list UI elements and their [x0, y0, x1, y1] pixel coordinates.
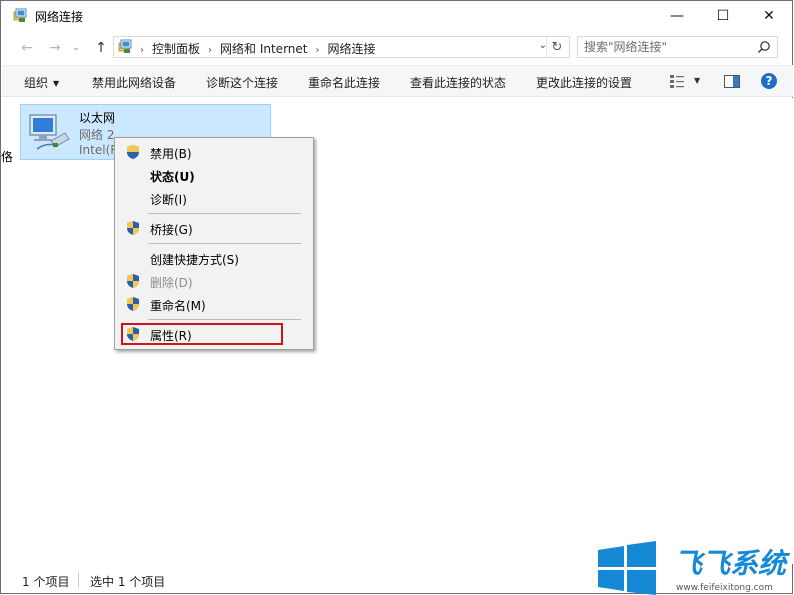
diagnose-connection-button[interactable]: 诊断这个连接	[206, 74, 278, 91]
search-box[interactable]	[577, 36, 778, 58]
uac-shield-icon	[127, 145, 139, 159]
close-button[interactable]: ✕	[746, 1, 792, 31]
search-icon[interactable]	[757, 40, 771, 54]
window-title: 网络连接	[35, 10, 84, 24]
item-count: 1 个项目	[22, 575, 70, 589]
watermark-logo: 飞飞系统 www.feifeixitong.com	[598, 541, 791, 595]
menu-separator	[148, 319, 301, 320]
watermark-title: 飞飞系统	[674, 547, 791, 580]
menu-item-status[interactable]: 状态(U)	[117, 164, 311, 186]
breadcrumb-separator[interactable]: ›	[315, 45, 319, 56]
status-divider	[78, 572, 79, 588]
recent-locations-button[interactable]: ⌄	[69, 39, 83, 57]
control-panel-icon	[118, 39, 132, 53]
breadcrumb-separator[interactable]: ›	[208, 45, 212, 56]
breadcrumb: › 控制面板 › 网络和 Internet › 网络连接	[140, 40, 376, 57]
rename-connection-button[interactable]: 重命名此连接	[308, 74, 380, 91]
uac-shield-icon	[127, 221, 139, 235]
breadcrumb-network-internet[interactable]: 网络和 Internet	[220, 42, 307, 56]
menu-separator	[148, 243, 301, 244]
menu-item-label: 创建快捷方式(S)	[150, 253, 239, 267]
breadcrumb-network-connections[interactable]: 网络连接	[327, 42, 375, 56]
menu-item-label: 属性(R)	[150, 329, 192, 343]
menu-item-properties[interactable]: 属性(R)	[121, 323, 283, 345]
connection-device: Intel(R	[79, 143, 119, 157]
watermark-url: www.feifeixitong.com	[676, 583, 773, 593]
windows-logo-icon	[598, 541, 656, 595]
caret-down-icon: ▼	[53, 79, 60, 88]
network-connections-icon	[13, 8, 27, 22]
view-status-button[interactable]: 查看此连接的状态	[410, 74, 506, 91]
menu-item-label: 删除(D)	[150, 276, 193, 290]
explorer-window: 网络连接 — ☐ ✕ ← → ⌄ ↑ › 控制面板 › 网络和 Internet › 网络…	[0, 0, 793, 594]
breadcrumb-separator: ›	[140, 45, 144, 56]
context-menu: 禁用(B) 状态(U) 诊断(I) 桥接(G) 创建快捷方式(S) 删除(D) …	[114, 137, 314, 350]
menu-separator	[148, 213, 301, 214]
menu-item-label: 桥接(G)	[150, 223, 193, 237]
uac-shield-icon	[127, 274, 139, 288]
disable-device-button[interactable]: 禁用此网络设备	[92, 74, 176, 91]
help-button[interactable]: ?	[761, 73, 777, 89]
refresh-button[interactable]: ↻	[546, 37, 567, 57]
preview-pane-icon[interactable]	[724, 75, 740, 88]
menu-item-create-shortcut[interactable]: 创建快捷方式(S)	[117, 247, 311, 269]
menu-item-diagnose[interactable]: 诊断(I)	[117, 187, 311, 209]
connection-network: 网络 2	[79, 128, 115, 142]
selected-count: 选中 1 个项目	[90, 575, 166, 589]
menu-item-label: 状态(U)	[150, 170, 195, 184]
menu-item-label: 诊断(I)	[150, 193, 187, 207]
menu-item-label: 禁用(B)	[150, 147, 192, 161]
view-options-icon[interactable]	[670, 74, 684, 88]
breadcrumb-control-panel[interactable]: 控制面板	[152, 42, 200, 56]
search-input[interactable]	[584, 39, 749, 55]
organize-menu[interactable]: 组织 ▼	[24, 74, 59, 91]
maximize-button[interactable]: ☐	[700, 1, 746, 31]
clipped-text: 佫	[1, 150, 14, 164]
menu-item-disable[interactable]: 禁用(B)	[117, 141, 311, 163]
connection-name: 以太网	[79, 111, 116, 125]
menu-item-label: 重命名(M)	[150, 299, 206, 313]
uac-shield-icon	[127, 327, 139, 341]
up-button[interactable]: ↑	[91, 39, 111, 57]
menu-item-delete: 删除(D)	[117, 270, 311, 292]
menu-item-rename[interactable]: 重命名(M)	[117, 293, 311, 315]
forward-button[interactable]: →	[45, 39, 65, 57]
minimize-button[interactable]: —	[654, 1, 700, 31]
back-button[interactable]: ←	[17, 39, 37, 57]
address-bar[interactable]: › 控制面板 › 网络和 Internet › 网络连接 ⌄ ↻	[113, 36, 570, 58]
command-bar: 组织 ▼ 禁用此网络设备 诊断这个连接 重命名此连接 查看此连接的状态 更改此连接…	[2, 65, 793, 97]
uac-shield-icon	[127, 297, 139, 311]
ethernet-adapter-icon	[29, 114, 70, 150]
menu-item-bridge[interactable]: 桥接(G)	[117, 217, 311, 239]
change-settings-button[interactable]: 更改此连接的设置	[536, 74, 632, 91]
view-options-caret-icon[interactable]: ▼	[694, 76, 700, 85]
organize-label: 组织	[24, 76, 49, 90]
title-bar[interactable]: 网络连接 — ☐ ✕	[1, 1, 792, 31]
